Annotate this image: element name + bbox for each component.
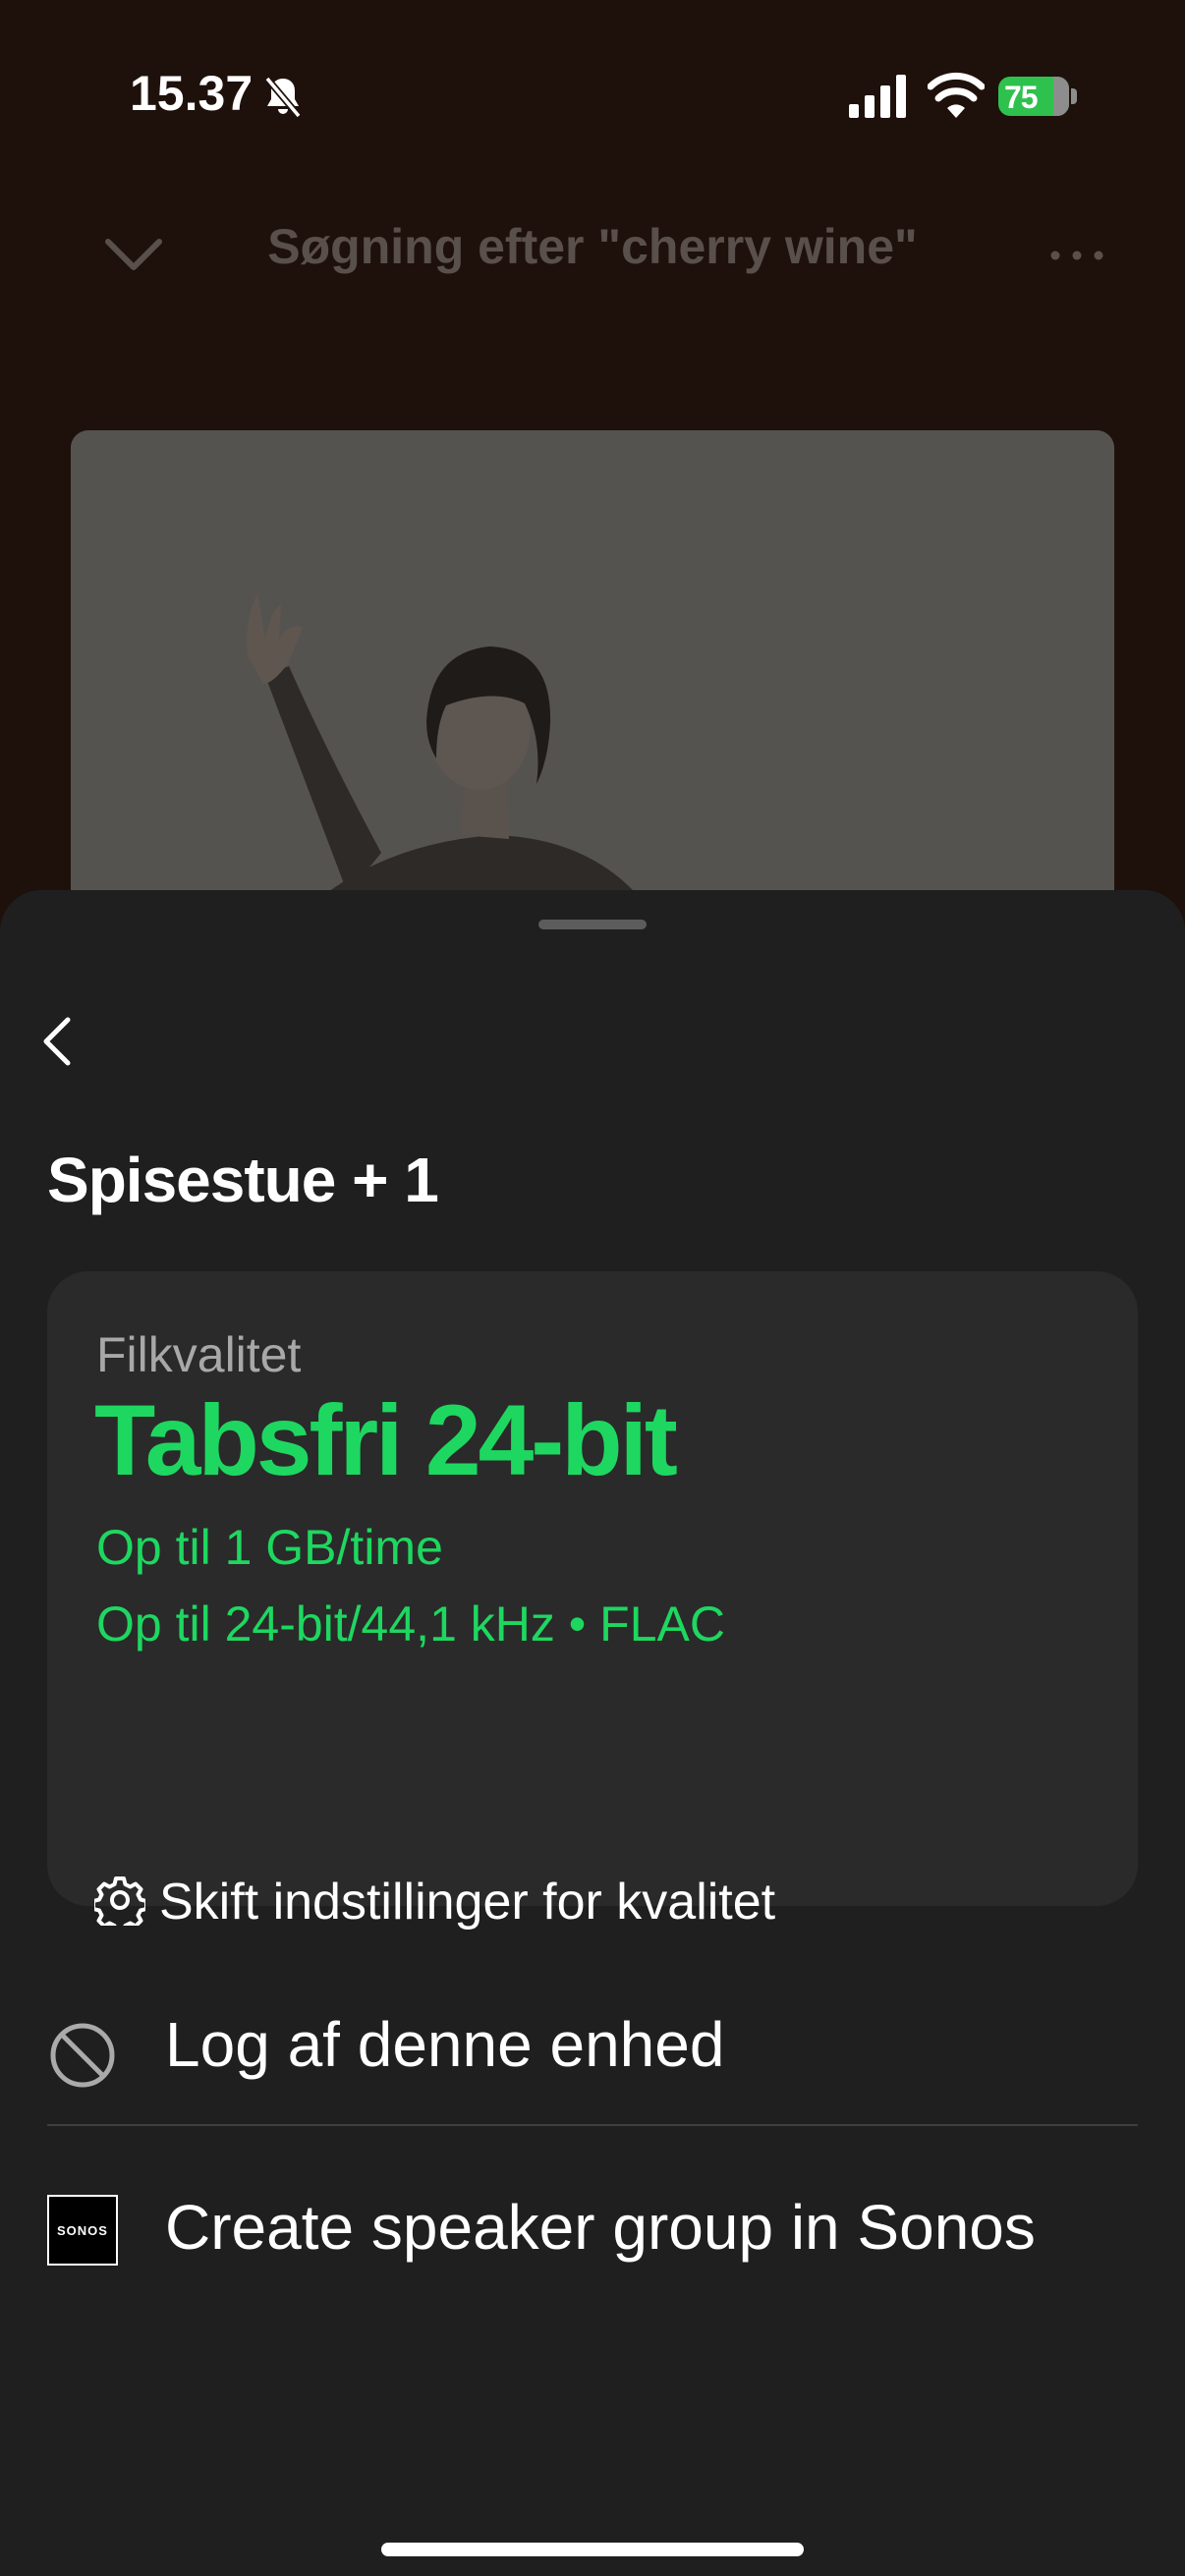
player-title: Søgning efter "cherry wine": [267, 219, 918, 274]
create-sonos-group-label: Create speaker group in Sonos: [165, 2192, 1036, 2263]
more-icon[interactable]: [1047, 232, 1106, 279]
bell-slash-icon: [264, 76, 302, 119]
status-time: 15.37: [130, 66, 254, 121]
status-bar: 15.37 75: [0, 0, 1185, 187]
home-indicator: [381, 2543, 804, 2556]
file-quality-label: Filkvalitet: [96, 1327, 302, 1382]
album-art: [71, 430, 1114, 941]
battery-body: 75: [998, 77, 1069, 116]
back-button[interactable]: [26, 1004, 90, 1079]
sonos-logo: SONOS: [47, 2195, 118, 2266]
gear-icon: [94, 1876, 145, 1926]
quality-format: Op til 24-bit/44,1 kHz • FLAC: [96, 1596, 725, 1652]
change-quality-settings-label: Skift indstillinger for kvalitet: [159, 1874, 776, 1931]
wifi-icon: [928, 72, 985, 118]
chevron-left-icon: [43, 1017, 71, 1066]
battery-cap: [1071, 88, 1077, 104]
device-title: Spisestue + 1: [47, 1145, 439, 1215]
album-art-image: [71, 430, 1114, 941]
drag-handle[interactable]: [538, 920, 647, 929]
quality-bitrate: Op til 1 GB/time: [96, 1520, 443, 1575]
block-icon: [50, 2023, 115, 2088]
battery-level: 75: [1004, 80, 1039, 115]
cellular-signal-icon: [849, 75, 906, 118]
battery-charging-icon: 75: [998, 77, 1077, 116]
device-bottom-sheet: Spisestue + 1 Filkvalitet Tabsfri 24-bit…: [0, 890, 1185, 2576]
quality-name: Tabsfri 24-bit: [94, 1384, 678, 1496]
logout-device-label: Log af denne enhed: [165, 2009, 725, 2080]
chevron-down-icon[interactable]: [102, 234, 165, 277]
